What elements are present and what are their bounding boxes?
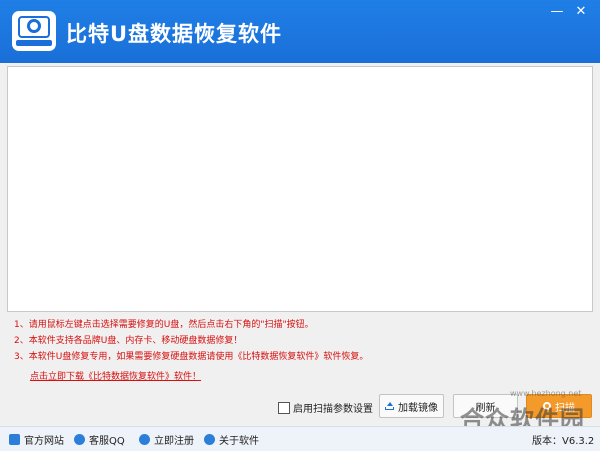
minimize-button[interactable]: — <box>546 4 568 20</box>
watermark-url: www.hezhong.net <box>510 389 582 398</box>
qq-icon <box>74 434 85 445</box>
home-icon <box>9 434 20 445</box>
app-title: 比特U盘数据恢复软件 <box>66 22 283 46</box>
close-button[interactable]: ✕ <box>570 4 592 20</box>
instruction-line: 3、本软件U盘修复专用，如果需要修复硬盘数据请使用《比特数据恢复软件》软件恢复。 <box>14 352 369 362</box>
register-icon <box>139 434 150 445</box>
about-label: 关于软件 <box>219 436 259 447</box>
upload-icon <box>385 401 394 411</box>
register-link[interactable]: 立即注册 <box>139 432 194 447</box>
drive-list-panel[interactable] <box>7 66 593 312</box>
instructions: 1、请用鼠标左键点击选择需要修复的U盘，然后点击右下角的"扫描"按钮。 2、本软… <box>14 317 574 365</box>
register-label: 立即注册 <box>154 436 194 447</box>
scan-params-option[interactable]: 启用扫描参数设置 <box>278 400 373 415</box>
about-link[interactable]: 关于软件 <box>204 432 259 447</box>
support-qq-link[interactable]: 客服QQ <box>74 432 125 447</box>
load-image-label: 加载镜像 <box>398 402 438 414</box>
version-label: 版本：V6.3.2 <box>532 436 595 447</box>
instruction-line: 2、本软件支持各品牌U盘、内存卡、移动硬盘数据修复！ <box>14 336 243 346</box>
title-bar: 比特U盘数据恢复软件 — ✕ <box>0 0 600 63</box>
support-qq-label: 客服QQ <box>89 436 125 447</box>
disk-icon <box>12 11 56 51</box>
official-site-label: 官方网站 <box>24 436 64 447</box>
scan-params-checkbox[interactable] <box>278 401 290 414</box>
status-bar: 官方网站 客服QQ 立即注册 关于软件 <box>0 426 600 451</box>
scan-params-label: 启用扫描参数设置 <box>293 404 373 415</box>
load-image-button[interactable]: 加载镜像 <box>379 394 444 418</box>
info-icon <box>204 434 215 445</box>
download-link[interactable]: 点击立即下载《比特数据恢复软件》软件！ <box>30 369 201 382</box>
app-window: 比特U盘数据恢复软件 — ✕ 1、请用鼠标左键点击选择需要修复的U盘，然后点击右… <box>0 0 600 451</box>
instruction-line: 1、请用鼠标左键点击选择需要修复的U盘，然后点击右下角的"扫描"按钮。 <box>14 320 314 330</box>
official-site-link[interactable]: 官方网站 <box>9 432 64 447</box>
